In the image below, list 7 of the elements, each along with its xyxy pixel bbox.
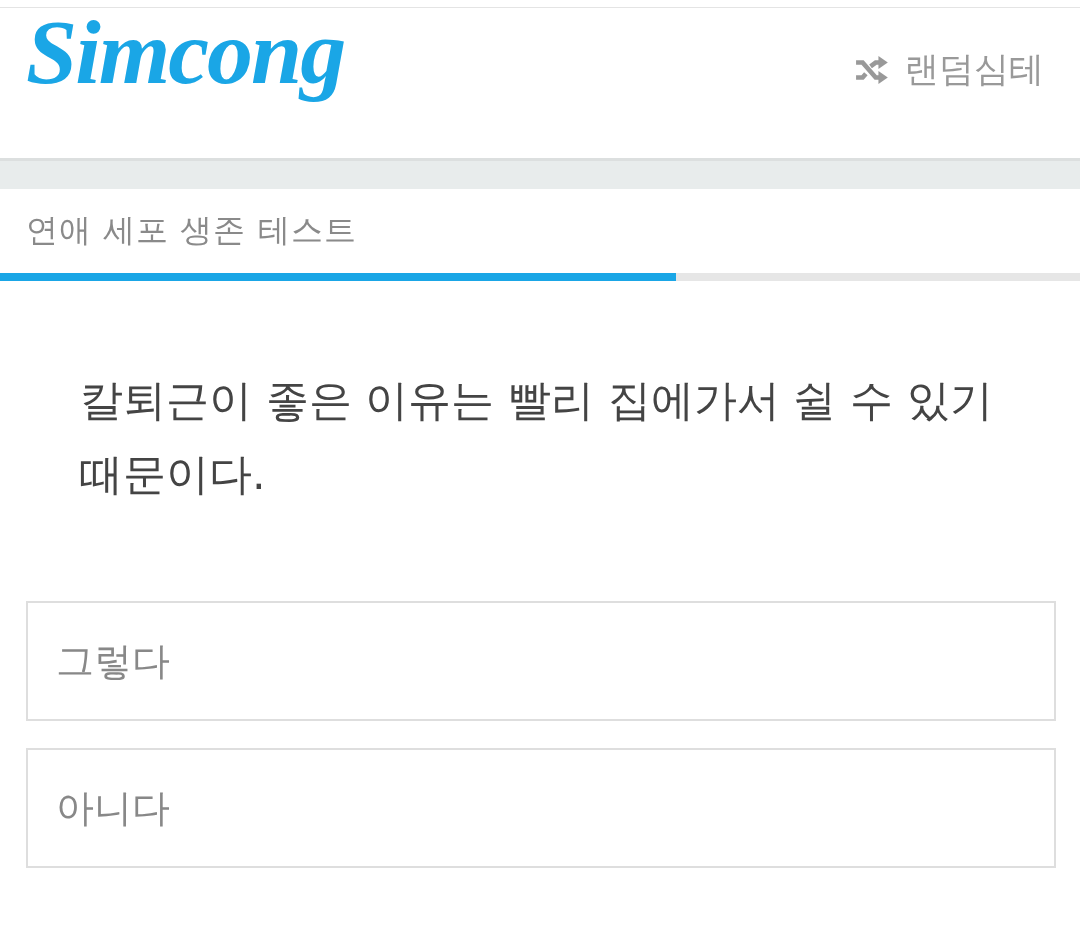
answer-option[interactable]: 아니다	[26, 748, 1056, 868]
random-test-button[interactable]: 랜덤심테	[854, 46, 1044, 93]
answer-option[interactable]: 그렇다	[26, 601, 1056, 721]
test-title: 연애 세포 생존 테스트	[26, 210, 357, 251]
question-text: 칼퇴근이 좋은 이유는 빨리 집에가서 쉴 수 있기 때문이다.	[80, 374, 994, 501]
shuffle-icon	[854, 55, 888, 84]
logo[interactable]: Simcong	[26, 2, 345, 102]
